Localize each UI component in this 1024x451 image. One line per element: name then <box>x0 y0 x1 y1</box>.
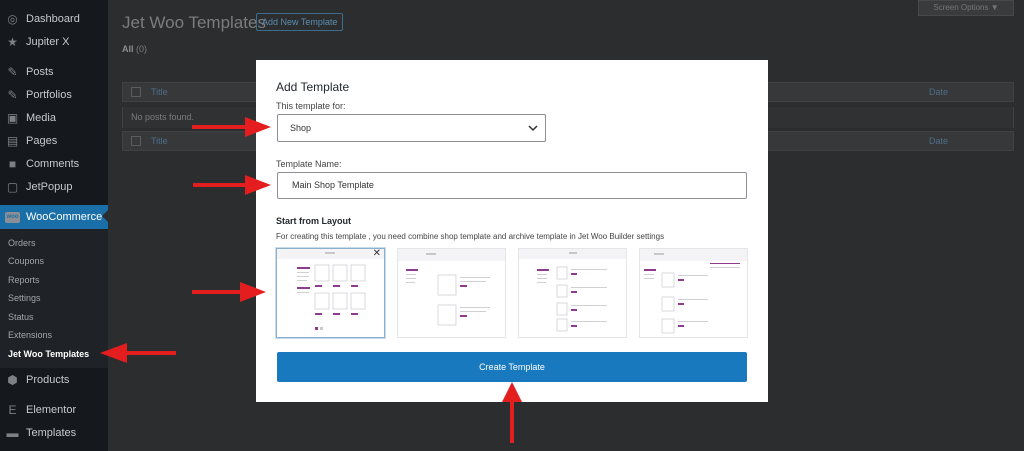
filter-all[interactable]: All (0) <box>122 44 147 54</box>
sidebar-item-portfolios[interactable]: ✎ Portfolios <box>0 84 108 106</box>
pages-icon: ▤ <box>6 134 19 148</box>
submenu-item-reports[interactable]: Reports <box>8 275 40 285</box>
media-icon: ▣ <box>6 111 19 125</box>
sidebar-item-label: JetPopup <box>26 181 73 193</box>
no-posts-text: No posts found. <box>131 112 195 122</box>
sidebar-item-media[interactable]: ▣ Media <box>0 107 108 129</box>
submenu-item-orders[interactable]: Orders <box>8 238 36 248</box>
layout-option-4[interactable] <box>639 248 748 338</box>
layout-option-3[interactable] <box>518 248 627 338</box>
filter-all-label: All <box>122 44 134 54</box>
create-template-button[interactable]: Create Template <box>277 352 747 382</box>
sidebar-item-posts[interactable]: ✎ Posts <box>0 61 108 83</box>
pin-icon: ✎ <box>7 65 18 79</box>
sidebar-item-label: Media <box>26 112 56 124</box>
sidebar-item-dashboard[interactable]: ◎ Dashboard <box>0 8 108 30</box>
template-for-label: This template for: <box>276 101 346 111</box>
column-title[interactable]: Title <box>151 87 168 97</box>
sidebar-item-elementor[interactable]: E Elementor <box>0 399 108 421</box>
submenu-item-status[interactable]: Status <box>8 312 34 322</box>
comment-icon: ■ <box>8 157 17 171</box>
woocommerce-submenu: Orders Coupons Reports Settings Status E… <box>0 229 108 368</box>
sidebar-item-label: Comments <box>26 158 80 170</box>
start-from-layout-label: Start from Layout <box>276 216 352 226</box>
submenu-item-jet-woo-templates[interactable]: Jet Woo Templates <box>8 349 89 359</box>
add-new-template-button[interactable]: Add New Template <box>256 13 344 31</box>
sidebar-item-templates[interactable]: ▬ Templates <box>0 422 108 444</box>
layout-thumbnail-shop-list-wide <box>519 249 626 332</box>
add-template-modal: Add Template This template for: Shop Tem… <box>256 60 768 402</box>
layout-option-2[interactable] <box>397 248 506 338</box>
popup-icon: ▢ <box>6 180 19 194</box>
sidebar-item-label: Portfolios <box>26 89 72 101</box>
sidebar-item-label: Products <box>26 374 70 386</box>
close-icon[interactable]: ✕ <box>373 249 381 259</box>
sidebar-item-label: Jupiter X <box>26 36 70 48</box>
start-from-layout-description: For creating this template , you need co… <box>276 232 665 241</box>
star-icon: ★ <box>7 35 18 49</box>
filter-all-count: (0) <box>136 44 148 54</box>
layout-thumbnail-shop-sidebar <box>640 249 747 334</box>
template-for-select[interactable]: Shop <box>277 114 546 142</box>
chevron-down-icon <box>528 125 538 132</box>
column-date[interactable]: Date <box>929 136 948 146</box>
arrow-to-layout <box>192 282 266 302</box>
submenu-item-extensions[interactable]: Extensions <box>8 330 52 340</box>
arrow-to-jet-woo-templates <box>100 343 176 363</box>
sidebar-item-label: Elementor <box>26 404 77 416</box>
pin-icon: ✎ <box>7 88 18 102</box>
layout-option-1[interactable]: ✕ <box>276 248 385 338</box>
sidebar-item-products[interactable]: ⬢ Products <box>0 369 108 391</box>
sidebar-item-label: Templates <box>26 427 77 439</box>
sidebar-item-label: Posts <box>26 66 54 78</box>
sidebar-item-jupiter-x[interactable]: ★ Jupiter X <box>0 31 108 53</box>
layout-thumbnail-shop-list <box>398 249 505 326</box>
modal-title: Add Template <box>276 80 350 94</box>
sidebar-item-comments[interactable]: ■ Comments <box>0 153 108 175</box>
layout-thumbnail-shop-grid <box>277 249 384 330</box>
sidebar-item-jetpopup[interactable]: ▢ JetPopup <box>0 176 108 198</box>
folder-icon: ▬ <box>6 426 19 440</box>
sidebar-item-label: Pages <box>26 135 58 147</box>
box-icon: ⬢ <box>7 373 18 387</box>
select-all-checkbox[interactable] <box>131 136 141 146</box>
admin-sidebar: ◎ Dashboard ★ Jupiter X ✎ Posts ✎ Portfo… <box>0 0 108 451</box>
column-title[interactable]: Title <box>151 136 168 146</box>
submenu-item-settings[interactable]: Settings <box>8 293 41 303</box>
template-name-label: Template Name: <box>276 159 342 169</box>
select-all-checkbox[interactable] <box>131 87 141 97</box>
template-for-value: Shop <box>290 123 312 133</box>
sidebar-item-woocommerce[interactable]: woo WooCommerce <box>0 205 108 229</box>
column-date[interactable]: Date <box>929 87 948 97</box>
sidebar-item-pages[interactable]: ▤ Pages <box>0 130 108 152</box>
sidebar-item-label: WooCommerce <box>26 211 103 223</box>
submenu-item-coupons[interactable]: Coupons <box>8 256 44 266</box>
elementor-icon: E <box>8 403 17 417</box>
page-title: Jet Woo Templates <box>122 13 266 32</box>
woocommerce-icon: woo <box>5 211 20 223</box>
screen-options-button[interactable]: Screen Options ▼ <box>918 0 1014 16</box>
sidebar-item-label: Dashboard <box>26 13 80 25</box>
template-name-input[interactable]: Main Shop Template <box>277 172 747 199</box>
dashboard-icon: ◎ <box>7 12 18 26</box>
